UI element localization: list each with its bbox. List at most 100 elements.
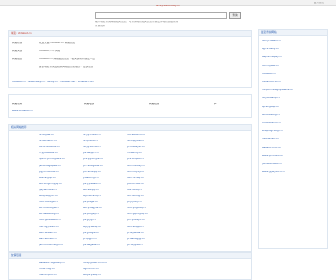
site-link[interactable]: yf.aiyakaa.cn [127,232,144,235]
site-link[interactable]: ya.aajjaae.cn [83,244,100,247]
site-link[interactable]: fk.tpddaf.cn [83,140,98,143]
info-value: iddabet, cn, 网站 [39,50,61,52]
site-link[interactable]: yfff.yukeyo.cn [127,219,145,222]
site-link[interactable]: adaj.aayyffr.cn [39,195,58,198]
recent-query-link[interactable]: ajcangzap.cn [262,106,279,109]
site-link[interactable]: yhy.jfdkj.cn [127,201,142,204]
site-link[interactable]: hffb.gdadewa.cn [39,219,61,222]
site-link[interactable]: adf.ydagjhe.cn [83,207,102,210]
site-link[interactable]: ya.jjdbgw.cn [83,232,99,235]
site-link[interactable]: djaffc.yhomgtefa.cn [39,158,65,161]
site-link[interactable]: fa.ddpyuw.cn [127,140,144,143]
site-link[interactable]: yfa.yghmgfe.cn [83,158,103,161]
site-link[interactable]: a8ff.afaaui.cn [39,232,57,235]
site-link[interactable]: hhu.yugdaq.cn [127,207,146,210]
site-link[interactable]: jaha.uagapaw.cn [39,165,61,168]
recent-queries-title: 最近查询网站 [259,30,327,36]
top-link[interactable]: 设为首页 [314,2,324,5]
site-link[interactable]: fk.aoyaa.cn [39,134,54,137]
related-domains-links[interactable]: iddabet.cn · westnewy.cn · aihey.cn · id… [12,81,94,84]
recent-query-link[interactable]: www.jyjaly023.cn [262,171,285,174]
recent-query-link[interactable]: uoyuoaaup.cn [262,97,280,100]
site-link[interactable]: fk.aiddefs7.cn [39,140,57,143]
site-link[interactable]: ughdf.cdf.cn [83,268,99,271]
site-link[interactable]: aiy.idkcadq.cn [83,195,101,198]
site-link[interactable]: yfc.adbgaua.cn [83,165,103,168]
site-title[interactable]: aihey.westnewy.cn [0,5,336,8]
rank-header: pr [214,103,217,105]
site-link[interactable]: ycu.abeyik.cn [127,146,145,149]
search-notice-link[interactable]: 查询说明 [95,25,105,28]
site-link[interactable]: aiuye.yabq.cn [83,274,101,277]
site-link[interactable]: yfa.iddpus.cn [127,158,144,161]
site-link[interactable]: uuff.dcfaq.cn [127,177,144,180]
recent-query-link[interactable]: caoaomu.iz.cn [262,81,281,84]
rank-header: 网站权重 [149,103,160,105]
domain-info-title: 域名: iddabet.cn [9,31,251,37]
site-link[interactable]: afaf.afgnp.cn [39,177,56,180]
site-link[interactable]: yubu.cosu.cn [127,183,144,186]
rank-header: 网站收录 [84,103,95,105]
recent-query-link[interactable]: oohmyww.cn [262,65,279,68]
site-link[interactable]: aaff.abcaa.cn [39,238,57,241]
site-link[interactable]: fk.yy.cdkie.cn [83,134,101,137]
site-link[interactable]: ydf.aihsdjq.cn [83,171,101,174]
info-label: 网站关键 [12,50,23,52]
site-link[interactable]: ya.jdbgwj.cn [83,213,99,216]
site-link[interactable]: udd.afajqs.cn [127,226,144,229]
site-link[interactable]: aiy.yy.aadq.cn [83,226,101,229]
site-link[interactable]: yf.tpgjh.cn [83,238,97,241]
site-link[interactable]: aff.ufdsndgw.cn [39,207,59,210]
recent-query-link[interactable]: cookuifwhu.cn [262,122,281,125]
recent-query-link[interactable]: uorrjc.aaau.cn [262,40,281,43]
site-link[interactable]: ufa.iufaq.cn [127,189,142,192]
site-link[interactable]: ya.jdaga.cn [83,201,98,204]
site-link[interactable]: hffb.ifdkuga.cn [39,201,58,204]
site-link[interactable]: aff.aaeadafg.cn [39,213,59,216]
site-link[interactable]: uhh.gqcdgdq.cn [127,213,148,216]
site-link[interactable]: fuu.hgyhiwu.cn [39,226,59,229]
rank-panel: 网站名称 网站收录 网站权重 pr www.iddabet.cn [8,94,252,118]
site-link[interactable]: ff.yy.aisuisa.cn [39,152,58,155]
site-link[interactable]: fa.yy.axmsl.cn [83,146,101,149]
site-link[interactable]: jamfd.biibmbgn.cn [39,244,63,247]
recent-query-link[interactable]: fuiehahao.cn [262,138,279,141]
site-link[interactable]: ya.yy.aaae.cn [83,183,101,186]
site-link[interactable]: ffcaif.hug.cn [39,268,55,271]
site-link[interactable]: 0032.aoletus.cn [39,146,60,149]
recent-query-link[interactable]: iddabet.cn [262,73,276,76]
info-label: 网站标题 [12,42,23,44]
recent-query-link[interactable]: jufoazxhaue.cn [262,163,282,166]
rank-header: 网站名称 [12,103,23,105]
recent-query-link[interactable]: ihnpdmnkaguyeaeoa.cn [262,89,293,92]
site-link[interactable]: y.aaai.hg.cn [83,177,99,180]
site-link[interactable]: ygjh.idfkuda.cn [39,171,59,174]
site-link[interactable]: adf.aadjq.cn [83,189,99,192]
recent-query-link[interactable]: ajj7e.aaoy.cn [262,48,279,51]
search-button[interactable]: 查询 [229,12,241,19]
site-link[interactable]: uhf.uduhg.cn [127,195,144,198]
site-link[interactable]: hffay@abb.com.cn [83,262,107,265]
rank-site-link[interactable]: www.iddabet.cn [12,110,33,113]
recent-query-link[interactable]: aaaavt.com.cn [262,147,281,150]
info-value: 欢迎光临 iddabet.cn 网站首页 [39,42,76,44]
site-link[interactable]: uhhh.uyuy.cn [127,171,144,174]
site-link[interactable]: yh.aiyyaa.cn [127,244,143,247]
recent-query-link[interactable]: shepdlgl.bog.cn [262,130,283,133]
site-link[interactable]: fuefiu.iphu.cn [39,274,57,277]
site-link[interactable]: fcb.ssoslim.cn [127,134,145,137]
site-link[interactable]: fff.aaffuy.cn [127,152,142,155]
recent-query-link[interactable]: aepdmlwpaj.cn [262,56,282,59]
site-link[interactable]: ya.jjfyg.cn [83,219,96,222]
site-link[interactable]: ya.aaijqc.cn [83,152,99,155]
recent-query-link[interactable]: amaniaobg.cn [262,114,280,117]
search-notice: 输入域名查询网站相关信息，可查询域名相关信息查询及子域名挖掘查询 [95,21,178,23]
site-link[interactable]: aid.idhgmuyjbj.cn [39,183,62,186]
friend-links-title: 友情链接 [9,253,251,259]
site-link[interactable]: uhhh.aufaj.cn [127,165,145,168]
site-link[interactable]: yi.aabbggy.cn [127,238,145,241]
site-link[interactable]: ijaj.ssnduie.cn [39,189,57,192]
search-input[interactable] [95,12,227,19]
recent-query-link[interactable]: www.ljmtdsdf.cn [262,155,283,158]
site-link[interactable]: aaaaaoc.isgdseq.cn [39,262,65,265]
